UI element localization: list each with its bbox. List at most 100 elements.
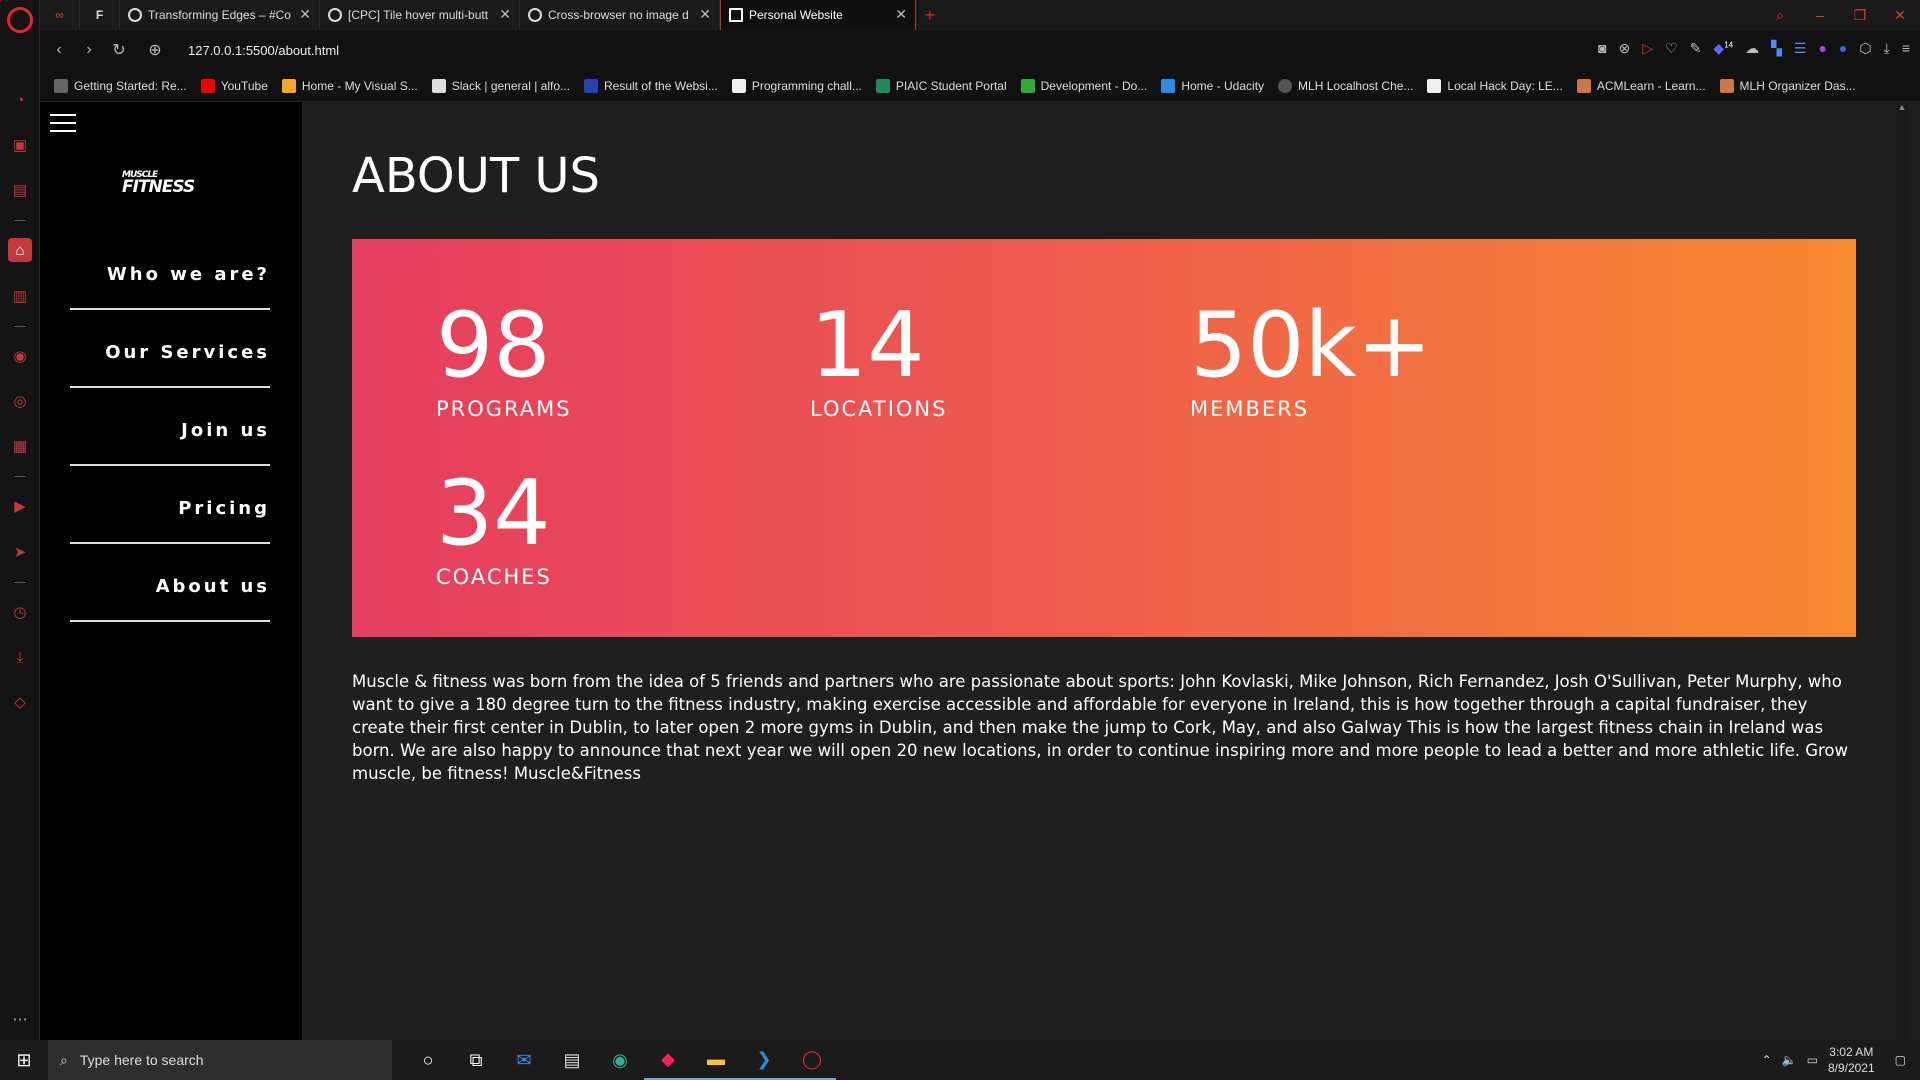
bookmark[interactable]: PIAIC Student Portal bbox=[875, 78, 1007, 93]
player-icon[interactable]: ▶ bbox=[8, 494, 32, 518]
heart-icon[interactable]: ♡ bbox=[1665, 40, 1678, 57]
clock[interactable]: 3:02 AM 8/9/2021 bbox=[1828, 1044, 1875, 1076]
close-icon[interactable]: ✕ bbox=[499, 6, 511, 23]
tab[interactable]: [CPC] Tile hover multi-butt ✕ bbox=[320, 0, 520, 30]
stat-number: 34 bbox=[436, 461, 551, 566]
task-view-icon[interactable]: ⧉ bbox=[452, 1040, 500, 1080]
notes-icon[interactable]: ▥ bbox=[8, 284, 32, 308]
store-icon[interactable]: ▤ bbox=[548, 1040, 596, 1080]
tab-label: Transforming Edges – #Co bbox=[148, 8, 291, 22]
bookmark-label: MLH Localhost Che... bbox=[1298, 78, 1414, 93]
new-tab-button[interactable]: + bbox=[916, 0, 944, 30]
forward-icon[interactable]: › bbox=[74, 41, 104, 59]
nav-item-join-us[interactable]: Join us bbox=[70, 388, 270, 466]
hamburger-menu-icon[interactable] bbox=[50, 114, 76, 134]
nav-item-pricing[interactable]: Pricing bbox=[70, 466, 270, 544]
tab[interactable]: Transforming Edges – #Co ✕ bbox=[120, 0, 320, 30]
translate-icon[interactable]: ▚ bbox=[1771, 40, 1782, 57]
pen-icon[interactable]: ✎ bbox=[1690, 40, 1702, 57]
stat-number: 14 bbox=[810, 293, 925, 398]
edge-icon[interactable]: ◉ bbox=[596, 1040, 644, 1080]
rail-separator bbox=[14, 476, 26, 477]
extension-icon[interactable]: ◆14 bbox=[1713, 40, 1733, 57]
nav-item-who-we-are[interactable]: Who we are? bbox=[70, 232, 270, 310]
messenger-icon[interactable]: ◉ bbox=[8, 344, 32, 368]
bookmark[interactable]: Result of the Websi... bbox=[584, 78, 718, 93]
extensions-icon[interactable]: ◇ bbox=[8, 690, 32, 714]
cloud-icon[interactable]: ☁ bbox=[1745, 40, 1759, 57]
windows-start-icon[interactable]: ⊞ bbox=[0, 1040, 48, 1080]
twitch-icon[interactable]: ▤ bbox=[8, 178, 32, 202]
bookmark[interactable]: Home - My Visual S... bbox=[281, 78, 418, 93]
discord-icon[interactable]: ▦ bbox=[8, 434, 32, 458]
piaic-icon bbox=[875, 78, 890, 93]
volume-icon[interactable]: 🔈 bbox=[1782, 1053, 1797, 1067]
close-icon[interactable]: ✕ bbox=[699, 6, 711, 23]
cube-icon[interactable]: ⬡ bbox=[1859, 40, 1871, 57]
file-explorer-icon[interactable]: ▬ bbox=[692, 1040, 740, 1080]
opera-logo-icon[interactable] bbox=[7, 7, 33, 33]
more-icon[interactable]: ⋯ bbox=[8, 1007, 32, 1031]
show-hidden-icons-icon[interactable]: ⌃ bbox=[1762, 1053, 1772, 1067]
bookmark[interactable]: Development - Do... bbox=[1020, 78, 1147, 93]
bookmark[interactable]: Home - Udacity bbox=[1161, 78, 1265, 93]
minimize-icon[interactable]: – bbox=[1800, 0, 1840, 30]
site-logo[interactable]: MUSCLE FITNESS bbox=[122, 169, 195, 196]
bookmark-label: Home - Udacity bbox=[1181, 78, 1265, 93]
bookmark[interactable]: Getting Started: Re... bbox=[54, 78, 187, 93]
page-scrollbar[interactable]: ▲ bbox=[1896, 102, 1908, 1040]
bookmark[interactable]: Local Hack Day: LE... bbox=[1427, 78, 1563, 93]
vscode-icon[interactable]: ❯ bbox=[740, 1040, 788, 1080]
download-icon[interactable]: ⤓ bbox=[1884, 40, 1890, 57]
close-icon[interactable]: ✕ bbox=[299, 6, 311, 23]
tab-strip: ∞ F Transforming Edges – #Co ✕ [CPC] Til… bbox=[40, 0, 1920, 30]
close-window-icon[interactable]: ✕ bbox=[1880, 0, 1920, 30]
briefcase-icon[interactable]: ▣ bbox=[8, 133, 32, 157]
nav-item-our-services[interactable]: Our Services bbox=[70, 310, 270, 388]
reload-icon[interactable]: ↻ bbox=[104, 40, 134, 60]
bookmark[interactable]: ACMLearn - Learn... bbox=[1576, 78, 1706, 93]
tab-active[interactable]: Personal Website ✕ bbox=[720, 0, 916, 30]
network-icon[interactable]: ▭ bbox=[1807, 1053, 1818, 1067]
mail-icon[interactable]: ✉ bbox=[500, 1040, 548, 1080]
history-icon[interactable]: ◷ bbox=[8, 600, 32, 624]
rail-separator bbox=[14, 220, 26, 221]
nav-item-about-us[interactable]: About us bbox=[70, 544, 270, 622]
home-icon[interactable]: ⌂ bbox=[8, 238, 32, 262]
speed-dial-icon[interactable]: ◔ bbox=[8, 88, 32, 112]
cortana-icon[interactable]: ○ bbox=[404, 1040, 452, 1080]
notifications-icon[interactable]: ▢ bbox=[1895, 1053, 1906, 1067]
scroll-up-icon[interactable]: ▲ bbox=[1896, 102, 1908, 112]
back-icon[interactable]: ‹ bbox=[44, 41, 74, 59]
bookmark-label: Slack | general | alfo... bbox=[451, 78, 570, 93]
bookmark[interactable]: MLH Localhost Che... bbox=[1278, 78, 1414, 93]
pinned-tab[interactable]: F bbox=[80, 0, 120, 30]
camera-icon[interactable]: ◙ bbox=[1598, 40, 1606, 57]
url-field[interactable]: 127.0.0.1:5500/about.html bbox=[188, 43, 339, 58]
site-info-icon[interactable]: ⊕ bbox=[140, 40, 170, 60]
whatsapp-icon[interactable]: ◎ bbox=[8, 389, 32, 413]
tab-label: Cross-browser no image d bbox=[548, 8, 689, 22]
bookmark[interactable]: MLH Organizer Das... bbox=[1719, 78, 1856, 93]
list-icon[interactable]: ☰ bbox=[1794, 40, 1807, 57]
send-icon[interactable]: ➤ bbox=[8, 540, 32, 564]
restore-icon[interactable]: ❐ bbox=[1840, 0, 1880, 30]
bookmark[interactable]: Slack | general | alfo... bbox=[431, 78, 570, 93]
blue-extension-icon[interactable]: ● bbox=[1839, 40, 1847, 57]
bookmark[interactable]: Programming chall... bbox=[731, 78, 862, 93]
downloads-icon[interactable]: ⤓ bbox=[8, 645, 32, 669]
taskbar-search[interactable]: ⌕ Type here to search bbox=[48, 1040, 392, 1080]
bookmark[interactable]: YouTube bbox=[200, 78, 268, 93]
opera-icon[interactable]: ◯ bbox=[788, 1040, 836, 1080]
close-icon[interactable]: ✕ bbox=[895, 6, 907, 23]
adblock-icon[interactable]: ⊗ bbox=[1619, 40, 1631, 57]
app-icon[interactable]: ◆ bbox=[644, 1040, 692, 1080]
send-icon[interactable]: ▷ bbox=[1642, 40, 1653, 57]
menu-icon[interactable]: ≡ bbox=[1902, 40, 1910, 57]
bookmark-label: ACMLearn - Learn... bbox=[1596, 78, 1706, 93]
tab[interactable]: Cross-browser no image d ✕ bbox=[520, 0, 720, 30]
stat-locations: 14 LOCATIONS bbox=[810, 293, 1110, 422]
purple-extension-icon[interactable]: ● bbox=[1818, 40, 1826, 57]
search-tabs-icon[interactable]: ⌕ bbox=[1760, 0, 1800, 30]
pinned-tab[interactable]: ∞ bbox=[40, 0, 80, 30]
